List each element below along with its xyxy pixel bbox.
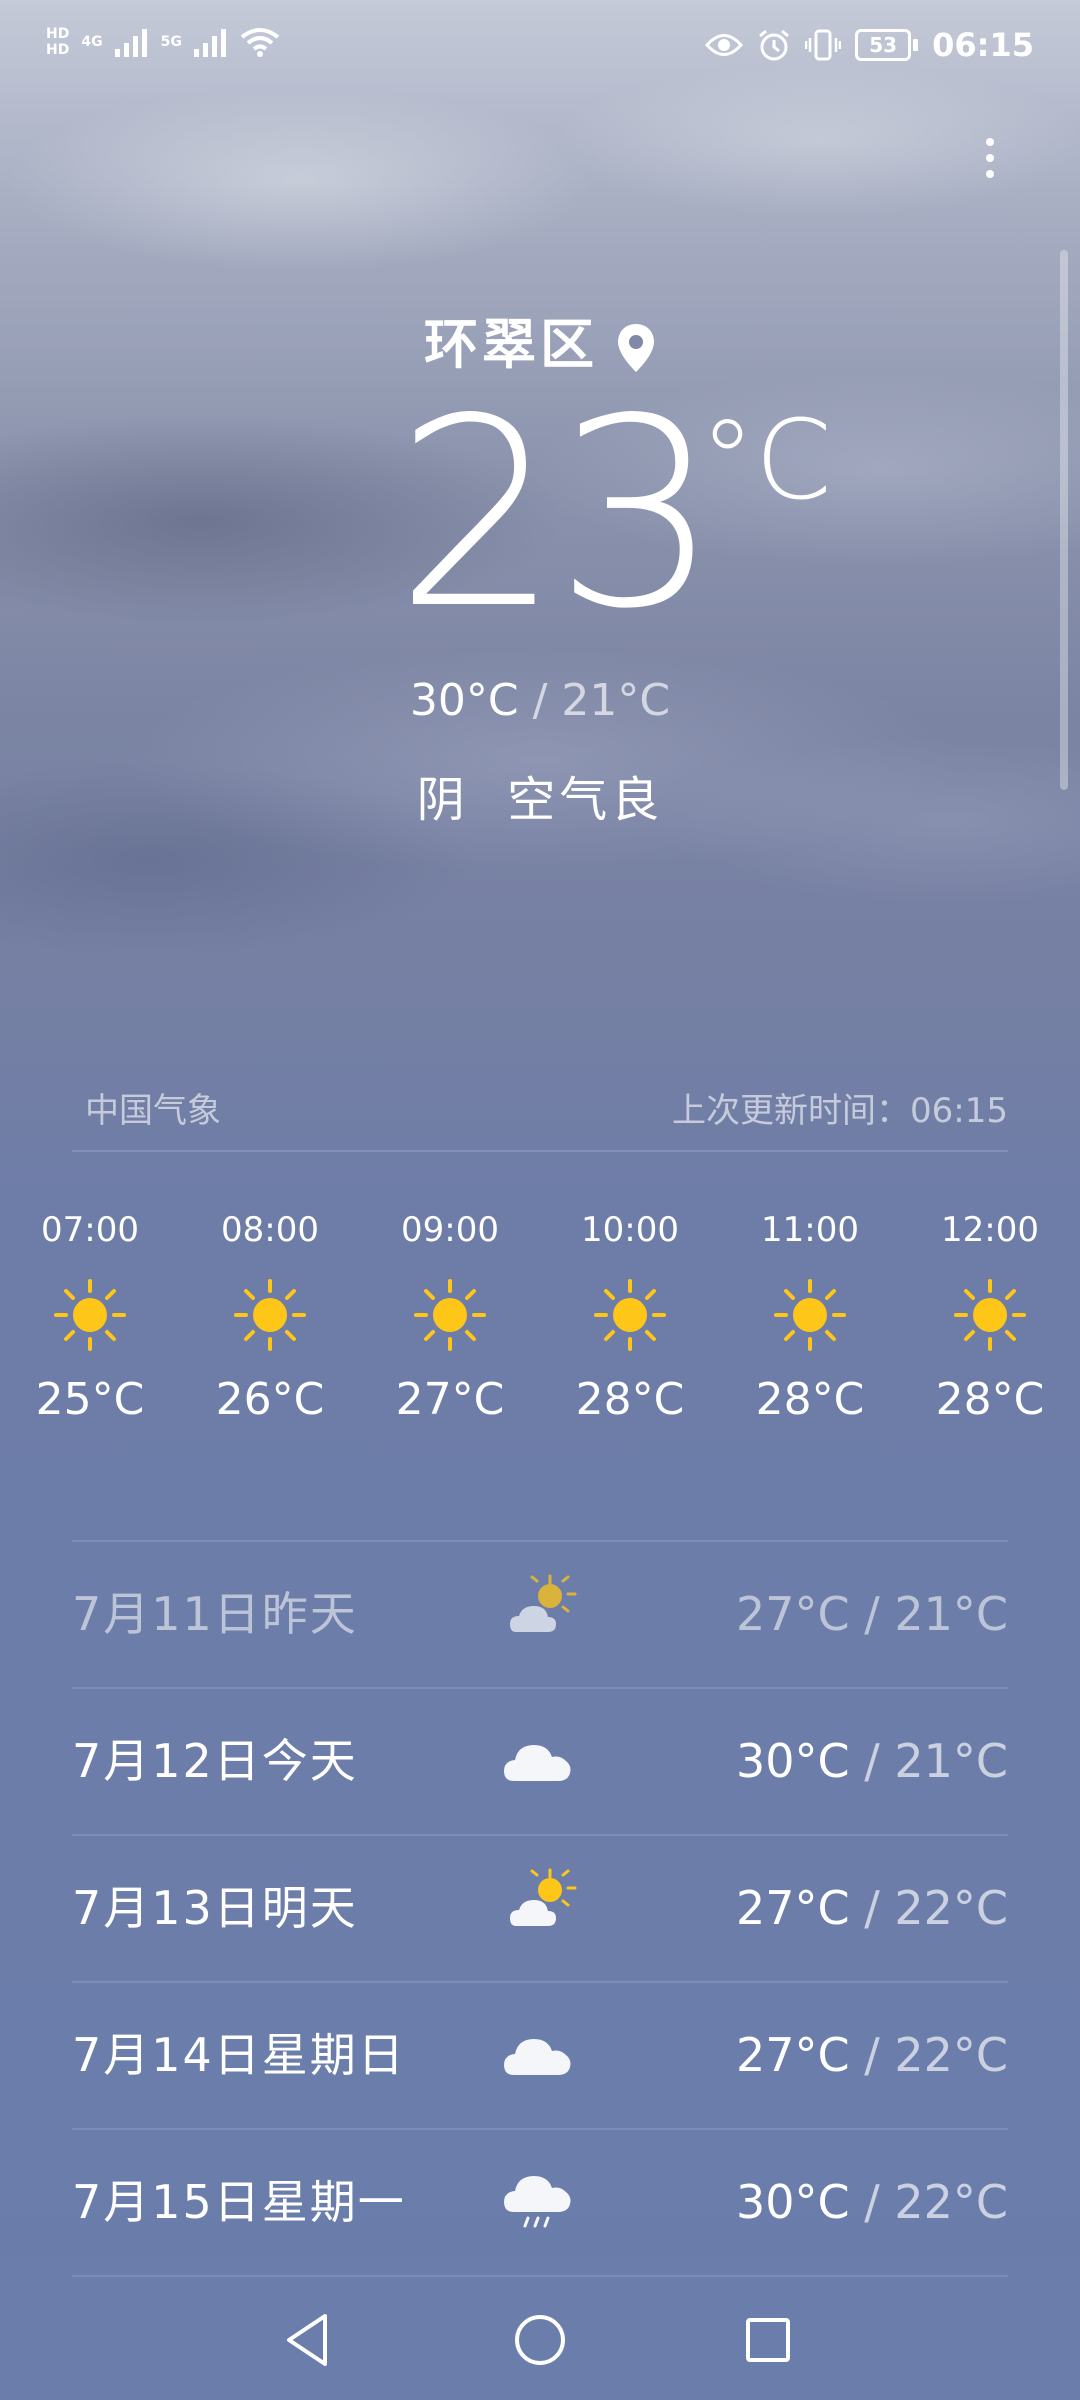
- high-low-separator: /: [532, 675, 548, 726]
- day-low: 22°C: [894, 2028, 1008, 2082]
- partly-cloudy-icon: [510, 1574, 577, 1632]
- hour-temp: 28°C: [755, 1374, 865, 1425]
- partly-cloudy-icon: [510, 1868, 577, 1926]
- status-bar-right: 53 06:15: [705, 26, 1034, 64]
- day-low: 21°C: [894, 1587, 1008, 1641]
- day-date: 7月13日明天: [72, 1881, 358, 1935]
- daily-row-today[interactable]: 7月12日今天 30°C / 21°C: [72, 1687, 1008, 1834]
- sun-icon: [774, 1279, 846, 1351]
- data-source: 中国气象: [85, 1091, 221, 1131]
- eye-icon: [705, 34, 744, 56]
- hour-temp: 28°C: [935, 1374, 1045, 1425]
- day-high: 27°C: [735, 1587, 850, 1641]
- last-updated: 上次更新时间：06:15: [672, 1091, 1008, 1131]
- weather-condition: 阴 空气良: [0, 760, 1080, 830]
- day-temp-range: 27°C / 22°C: [736, 1983, 1008, 2128]
- day-temp-range: 30°C / 21°C: [736, 1689, 1008, 1834]
- hour-item: 10:00 28°C: [540, 1200, 720, 1430]
- battery-tip: [913, 39, 919, 51]
- day-temp-range: 27°C / 22°C: [736, 1836, 1008, 1981]
- wifi-icon: [240, 28, 280, 57]
- range-separator: /: [864, 1587, 880, 1641]
- sun-icon: [594, 1279, 666, 1351]
- hour-temp: 25°C: [35, 1374, 145, 1425]
- day-temp-range: 27°C / 21°C: [736, 1542, 1008, 1687]
- back-button[interactable]: [268, 2300, 348, 2380]
- daily-row-sunday[interactable]: 7月14日星期日 27°C / 22°C: [72, 1981, 1008, 2128]
- range-separator: /: [864, 2175, 880, 2229]
- day-high: 30°C: [735, 1734, 850, 1788]
- daily-row-yesterday[interactable]: 7月11日昨天 27°C / 21°C: [72, 1540, 1008, 1687]
- vibrate-icon: [805, 29, 842, 61]
- temperature-unit: °C: [700, 396, 832, 524]
- hour-time: 09:00: [401, 1210, 499, 1250]
- hourly-forecast[interactable]: 07:00 25°C 08:00 26°C 09:00 27°C 10:00 2…: [0, 1200, 1080, 1490]
- daily-row-tomorrow[interactable]: 7月13日明天 27°C / 22°C: [72, 1834, 1008, 1981]
- hd-label-1: HD: [46, 26, 70, 42]
- today-high-low: 30°C / 21°C: [0, 675, 1080, 726]
- status-bar-left: HD HD 4G 5G: [46, 26, 280, 58]
- navigation-bar: [0, 2280, 1080, 2400]
- hour-item: 11:00 28°C: [720, 1200, 900, 1430]
- sun-icon: [54, 1279, 126, 1351]
- day-high: 27°C: [735, 1881, 850, 1935]
- today-high: 30°C: [409, 675, 519, 726]
- day-date: 7月15日星期一: [72, 2175, 406, 2229]
- signal-icon: [114, 29, 147, 57]
- battery-indicator: 53: [855, 29, 919, 61]
- hour-item: 08:00 26°C: [180, 1200, 360, 1430]
- current-temperature: 23: [395, 364, 720, 666]
- hour-item: 07:00 25°C: [0, 1200, 180, 1430]
- day-low: 21°C: [894, 1734, 1008, 1788]
- sun-icon: [414, 1279, 486, 1351]
- day-date: 7月14日星期日: [72, 2028, 406, 2082]
- condition-text: 阴: [416, 772, 469, 828]
- hour-time: 08:00: [221, 1210, 319, 1250]
- hour-temp: 28°C: [575, 1374, 685, 1425]
- home-circle-icon: [515, 2315, 565, 2365]
- air-quality-text: 空气良: [507, 772, 664, 828]
- recents-square-icon: [746, 2318, 790, 2362]
- range-separator: /: [864, 1734, 880, 1788]
- more-options-icon[interactable]: [970, 130, 1010, 210]
- hour-time: 12:00: [941, 1210, 1039, 1250]
- hd-indicators: HD HD: [46, 26, 69, 58]
- daily-forecast: 7月11日昨天 27°C / 21°C 7月12日今天 30°C / 21°C …: [72, 1540, 1008, 2277]
- back-triangle-icon: [287, 2314, 327, 2366]
- day-high: 30°C: [735, 2175, 850, 2229]
- day-date: 7月11日昨天: [72, 1587, 358, 1641]
- today-low: 21°C: [561, 675, 671, 726]
- divider: [72, 1150, 1008, 1152]
- day-low: 22°C: [894, 1881, 1008, 1935]
- range-separator: /: [864, 2028, 880, 2082]
- cloud-icon: [504, 2039, 571, 2075]
- cloud-icon: [504, 1745, 571, 1781]
- network-4g-label: 4G: [81, 34, 103, 50]
- battery-level: 53: [855, 29, 912, 61]
- alarm-icon: [759, 29, 790, 61]
- sun-icon: [954, 1279, 1026, 1351]
- home-button[interactable]: [500, 2300, 580, 2380]
- hour-temp: 27°C: [395, 1374, 505, 1425]
- hour-time: 07:00: [41, 1210, 139, 1250]
- hour-item: 09:00 27°C: [360, 1200, 540, 1430]
- recents-button[interactable]: [728, 2300, 808, 2380]
- network-5g-label: 5G: [160, 34, 182, 50]
- clock-time: 06:15: [932, 26, 1034, 64]
- signal-icon: [193, 29, 226, 57]
- day-high: 27°C: [735, 2028, 850, 2082]
- hour-temp: 26°C: [215, 1374, 325, 1425]
- day-date: 7月12日今天: [72, 1734, 358, 1788]
- sun-icon: [234, 1279, 306, 1351]
- daily-row-monday[interactable]: 7月15日星期一 30°C / 22°C: [72, 2128, 1008, 2277]
- hour-item: 12:00 28°C: [900, 1200, 1080, 1430]
- status-bar: HD HD 4G 5G 53 06:15: [0, 0, 1080, 100]
- rain-icon: [504, 2176, 571, 2228]
- hd-label-2: HD: [46, 42, 70, 58]
- range-separator: /: [864, 1881, 880, 1935]
- day-low: 22°C: [894, 2175, 1008, 2229]
- day-temp-range: 30°C / 22°C: [736, 2130, 1008, 2275]
- hour-time: 11:00: [761, 1210, 859, 1250]
- hour-time: 10:00: [581, 1210, 679, 1250]
